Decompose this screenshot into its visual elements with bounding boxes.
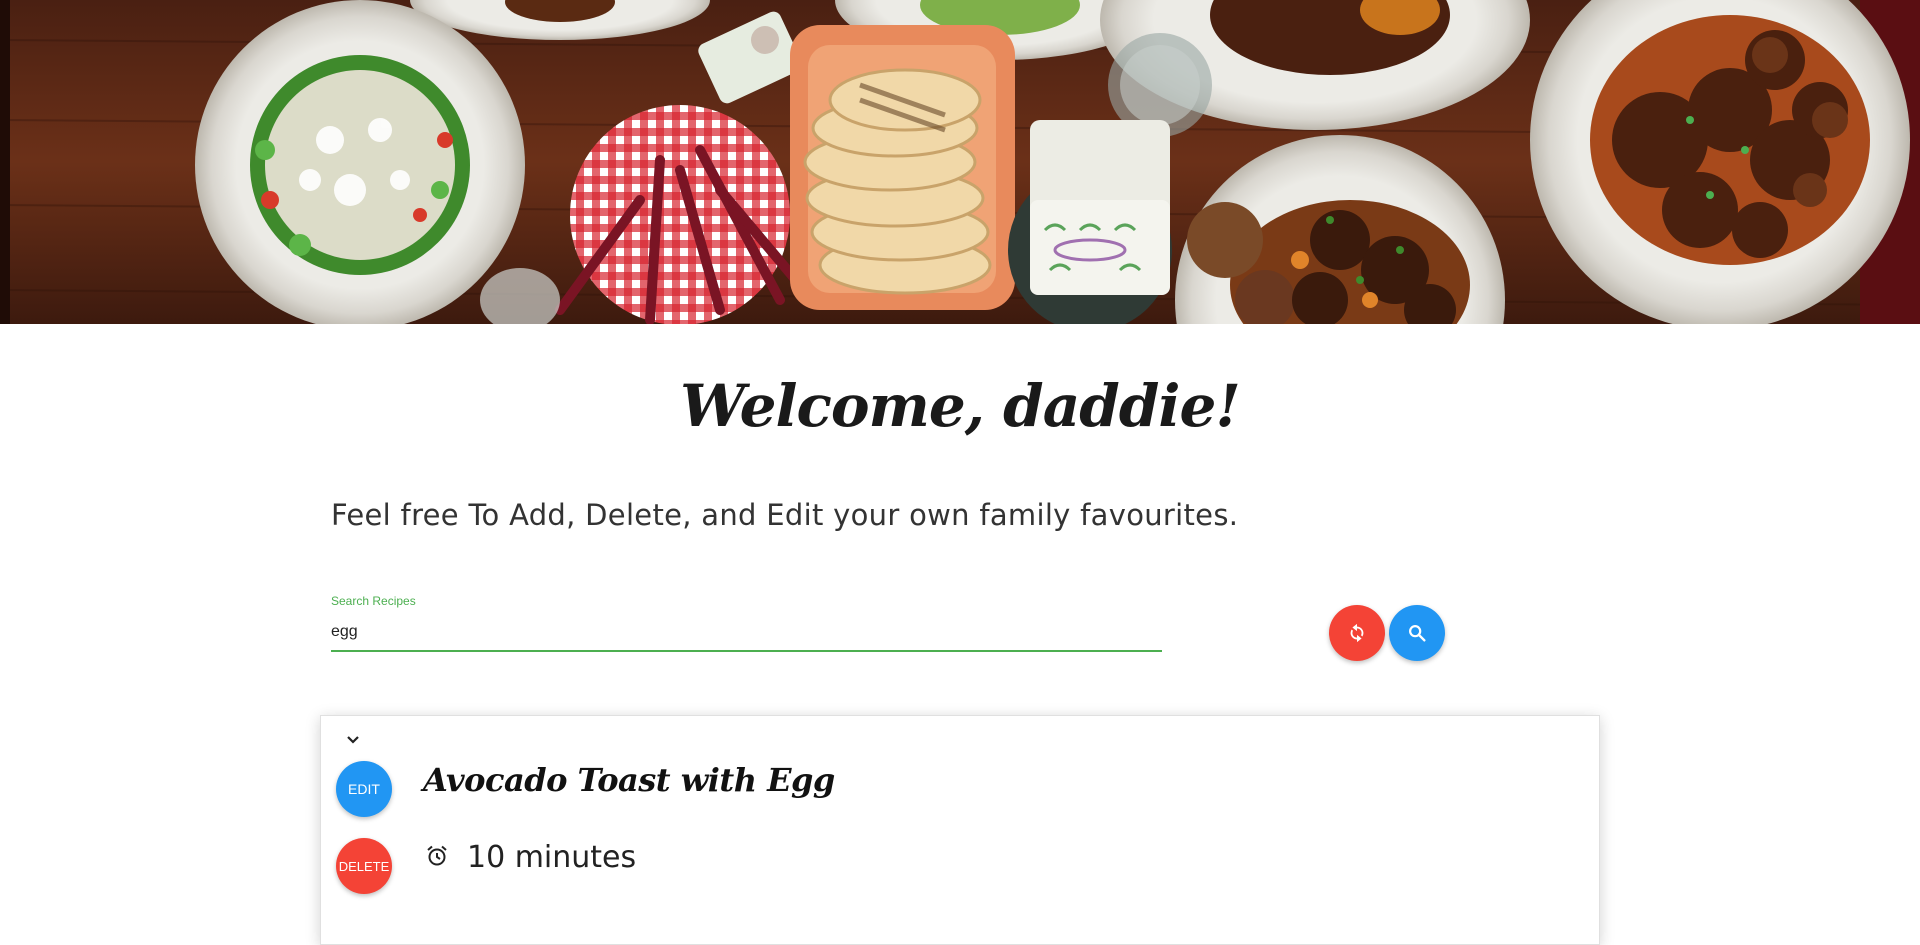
edit-button[interactable]: EDIT (336, 761, 392, 817)
chevron-down-icon (347, 736, 359, 744)
refresh-button[interactable] (1329, 605, 1385, 661)
search-input[interactable] (331, 614, 1162, 652)
recipe-cook-time: 10 minutes (467, 840, 637, 875)
search-label: Search Recipes (331, 594, 416, 608)
hero-banner (0, 0, 1920, 324)
welcome-heading: Welcome, daddie! (680, 372, 1241, 440)
collapse-toggle[interactable] (343, 732, 363, 748)
recipe-title: Avocado Toast with Egg (423, 761, 835, 799)
alarm-clock-icon (427, 845, 447, 866)
search-button[interactable] (1389, 605, 1445, 661)
refresh-icon (1350, 623, 1364, 643)
recipe-card: EDIT DELETE Avocado Toast with Egg 10 mi… (320, 715, 1600, 945)
delete-button[interactable]: DELETE (336, 838, 392, 894)
food-table-illustration (0, 0, 1920, 324)
search-icon (1409, 625, 1426, 642)
intro-text: Feel free To Add, Delete, and Edit your … (331, 498, 1239, 532)
